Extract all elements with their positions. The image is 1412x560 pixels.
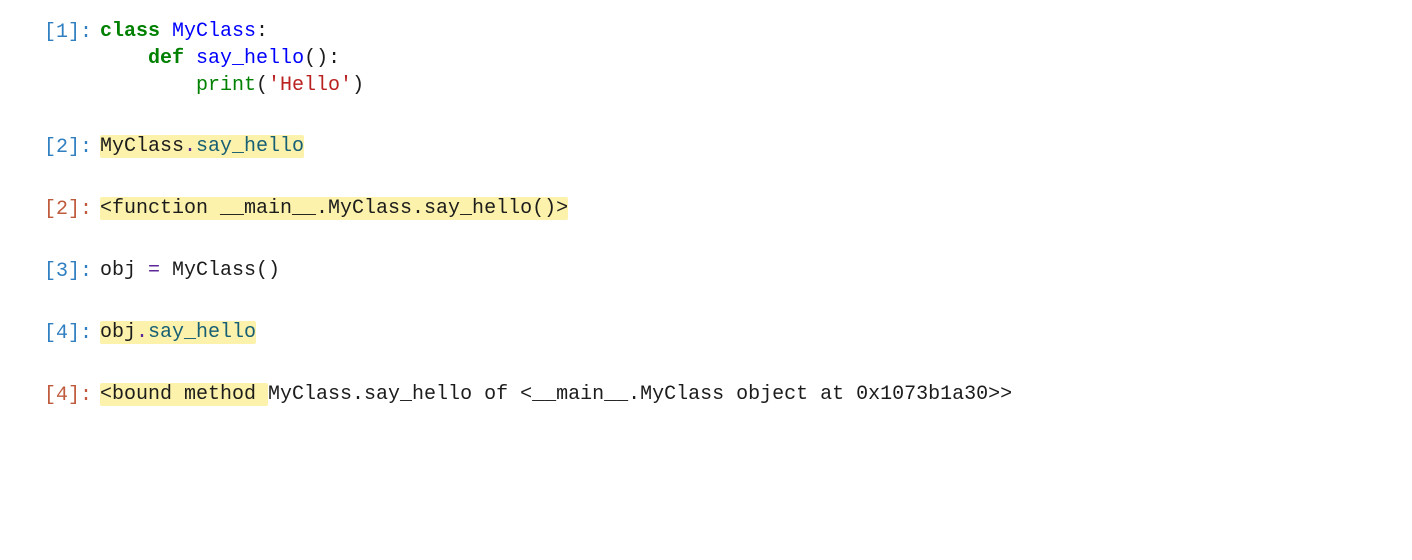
lhs: obj <box>100 259 148 282</box>
highlight: <function __main__.MyClass.say_hello()> <box>100 197 568 220</box>
code-area-2[interactable]: MyClass.say_hello <box>92 133 304 160</box>
cell-3-input: [3]: obj = MyClass() <box>0 257 1412 285</box>
prompt-in-4: [4]: <box>32 319 92 347</box>
func-name: say_hello <box>196 47 304 70</box>
cell-2-input: [2]: MyClass.say_hello <box>0 133 1412 161</box>
code-area-3[interactable]: obj = MyClass() <box>92 257 280 284</box>
string-literal: 'Hello' <box>268 74 352 97</box>
cell-2-output: [2]: <function __main__.MyClass.say_hell… <box>0 195 1412 223</box>
parens: (): <box>304 47 340 70</box>
cell-4-output: [4]: <bound method MyClass.say_hello of … <box>0 381 1412 409</box>
dot-operator: . <box>136 321 148 344</box>
attr-name: say_hello <box>196 135 304 158</box>
keyword-def: def <box>148 47 184 70</box>
class-name: MyClass <box>172 20 256 43</box>
equals-operator: = <box>148 259 160 282</box>
paren-open: ( <box>256 74 268 97</box>
prompt-out-4: [4]: <box>32 381 92 409</box>
expr-object: obj <box>100 321 136 344</box>
highlight: MyClass.say_hello <box>100 135 304 158</box>
highlight: <bound method <box>100 383 268 406</box>
rhs: MyClass() <box>160 259 280 282</box>
keyword-class: class <box>100 20 160 43</box>
prompt-in-1: [1]: <box>32 18 92 46</box>
prompt-out-2: [2]: <box>32 195 92 223</box>
expr-object: MyClass <box>100 135 184 158</box>
prompt-in-2: [2]: <box>32 133 92 161</box>
cell-1-input: [1]: class MyClass: def say_hello(): pri… <box>0 18 1412 99</box>
colon: : <box>256 20 268 43</box>
paren-close: ) <box>352 74 364 97</box>
code-area-4[interactable]: obj.say_hello <box>92 319 256 346</box>
builtin-print: print <box>196 74 256 97</box>
indent <box>100 47 148 70</box>
code-area-1[interactable]: class MyClass: def say_hello(): print('H… <box>92 18 364 99</box>
highlight: obj.say_hello <box>100 321 256 344</box>
indent <box>100 74 196 97</box>
output-rest: MyClass.say_hello of <__main__.MyClass o… <box>268 383 1012 406</box>
dot-operator: . <box>184 135 196 158</box>
attr-name: say_hello <box>148 321 256 344</box>
cell-4-input: [4]: obj.say_hello <box>0 319 1412 347</box>
prompt-in-3: [3]: <box>32 257 92 285</box>
output-area-2[interactable]: <function __main__.MyClass.say_hello()> <box>92 195 568 222</box>
output-area-4[interactable]: <bound method MyClass.say_hello of <__ma… <box>92 381 1012 408</box>
